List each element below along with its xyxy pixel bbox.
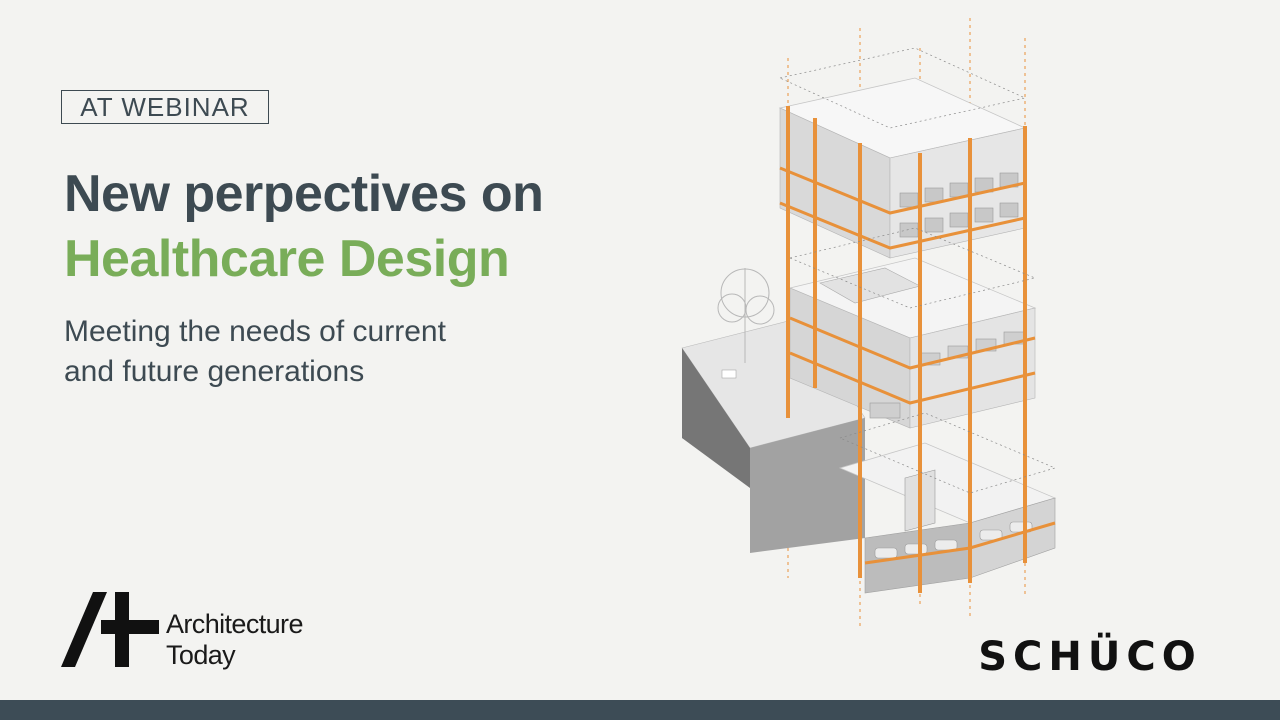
webinar-badge-label: AT WEBINAR bbox=[80, 91, 250, 122]
schuco-logo-icon: SCHÜCO bbox=[978, 632, 1201, 674]
building-illustration-icon bbox=[681, 18, 1057, 628]
footer-bar bbox=[0, 700, 1280, 720]
architecture-today-line-2: Today bbox=[166, 640, 236, 670]
headline-line-2: Healthcare Design bbox=[64, 230, 510, 288]
architecture-today-line-1: Architecture bbox=[166, 609, 303, 639]
subtitle-line-2: and future generations bbox=[64, 355, 365, 388]
subtitle-line-1: Meeting the needs of current bbox=[64, 315, 446, 348]
subtitle: Meeting the needs of current and future … bbox=[64, 312, 524, 392]
architecture-today-wordmark: Architecture Today bbox=[166, 609, 303, 671]
headline-line-1: New perpectives on bbox=[64, 165, 544, 223]
schuco-logo-text: SCHÜCO bbox=[978, 632, 1201, 674]
webinar-badge: AT WEBINAR bbox=[61, 90, 269, 124]
architecture-today-logo-icon bbox=[61, 592, 159, 667]
